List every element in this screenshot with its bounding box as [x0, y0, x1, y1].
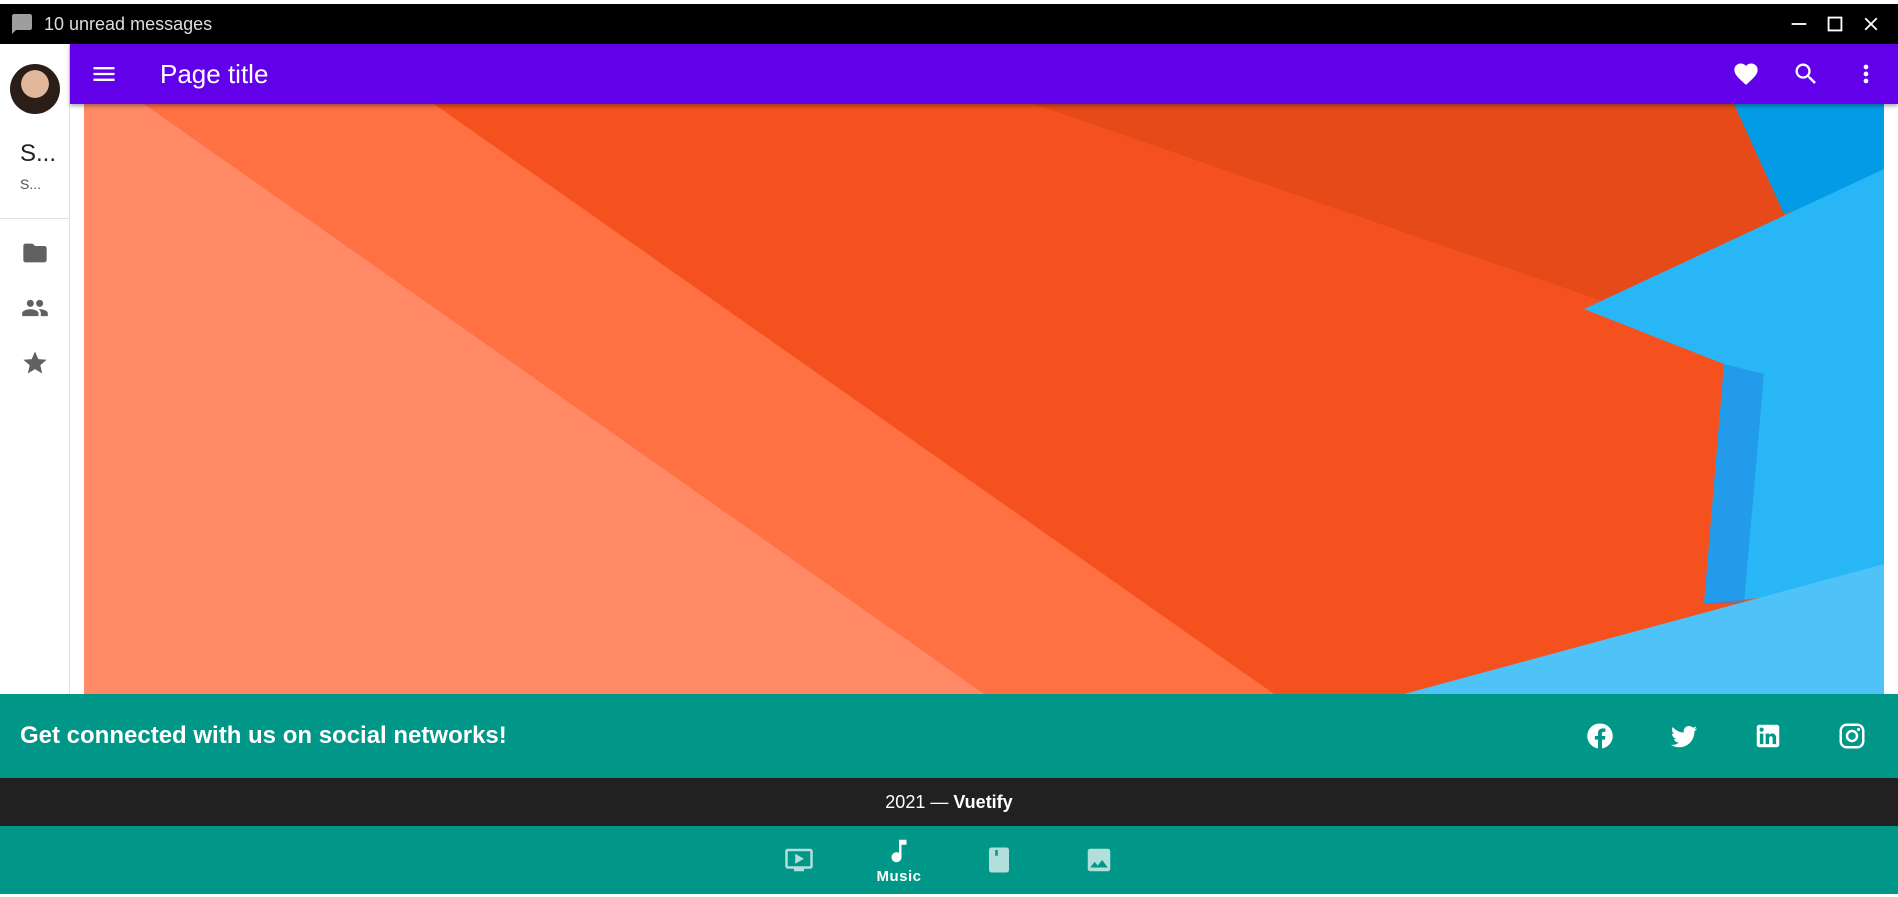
- copyright-year: 2021 —: [885, 791, 949, 812]
- copyright-brand: Vuetify: [953, 791, 1013, 812]
- close-icon: [1864, 17, 1878, 31]
- star-icon: [23, 351, 47, 374]
- maximize-button[interactable]: [1820, 9, 1850, 39]
- nav-music-button[interactable]: Music: [863, 828, 935, 892]
- rail-item-folder[interactable]: [18, 236, 52, 270]
- book-icon: [989, 847, 1009, 873]
- rail-item-people[interactable]: [18, 291, 52, 325]
- folder-icon: [23, 243, 47, 263]
- close-button[interactable]: [1856, 9, 1886, 39]
- footer-headline: Get connected with us on social networks…: [20, 722, 507, 749]
- window-controls: [1784, 9, 1886, 39]
- footer-social-bar: Get connected with us on social networks…: [0, 694, 1898, 778]
- avatar[interactable]: [10, 64, 60, 114]
- instagram-icon: [1839, 723, 1865, 749]
- window-title: 10 unread messages: [44, 13, 213, 34]
- nav-book-button[interactable]: [963, 828, 1035, 892]
- heart-icon: [1734, 63, 1758, 85]
- facebook-icon: [1587, 723, 1613, 749]
- divider: [0, 218, 69, 219]
- minimize-button[interactable]: [1784, 9, 1814, 39]
- page-title: Page title: [160, 58, 269, 89]
- app-bar-actions: [1722, 50, 1890, 98]
- search-button[interactable]: [1782, 50, 1830, 98]
- hero-image: [84, 104, 1884, 694]
- more-vert-icon: [1863, 64, 1869, 84]
- favorite-button[interactable]: [1722, 50, 1770, 98]
- more-button[interactable]: [1842, 50, 1890, 98]
- navigation-rail: S... S...: [0, 44, 70, 694]
- app-bar: Page title: [70, 44, 1898, 104]
- social-links: [1576, 712, 1876, 760]
- twitter-button[interactable]: [1660, 712, 1708, 760]
- video-icon: [785, 848, 813, 872]
- abstract-background: [84, 104, 1884, 694]
- facebook-button[interactable]: [1576, 712, 1624, 760]
- nav-image-button[interactable]: [1063, 828, 1135, 892]
- menu-icon: [93, 67, 115, 81]
- linkedin-icon: [1756, 724, 1780, 748]
- linkedin-button[interactable]: [1744, 712, 1792, 760]
- people-icon: [22, 299, 48, 317]
- nav-music-label: Music: [876, 867, 922, 885]
- music-note-icon: [891, 839, 907, 862]
- instagram-button[interactable]: [1828, 712, 1876, 760]
- footer-copyright: 2021 — Vuetify: [0, 778, 1898, 826]
- menu-button[interactable]: [80, 50, 128, 98]
- window-titlebar: 10 unread messages: [0, 4, 1898, 44]
- minimize-icon: [1791, 23, 1807, 25]
- user-email: S...: [20, 176, 42, 192]
- maximize-icon: [1827, 16, 1843, 32]
- rail-item-star[interactable]: [18, 346, 52, 380]
- chat-bubble-icon: [10, 12, 34, 36]
- user-name: S...: [20, 140, 57, 167]
- search-icon: [1795, 63, 1816, 84]
- nav-video-button[interactable]: [763, 828, 835, 892]
- twitter-icon: [1670, 726, 1698, 748]
- image-icon: [1087, 848, 1111, 872]
- bottom-navigation: Music: [0, 826, 1898, 894]
